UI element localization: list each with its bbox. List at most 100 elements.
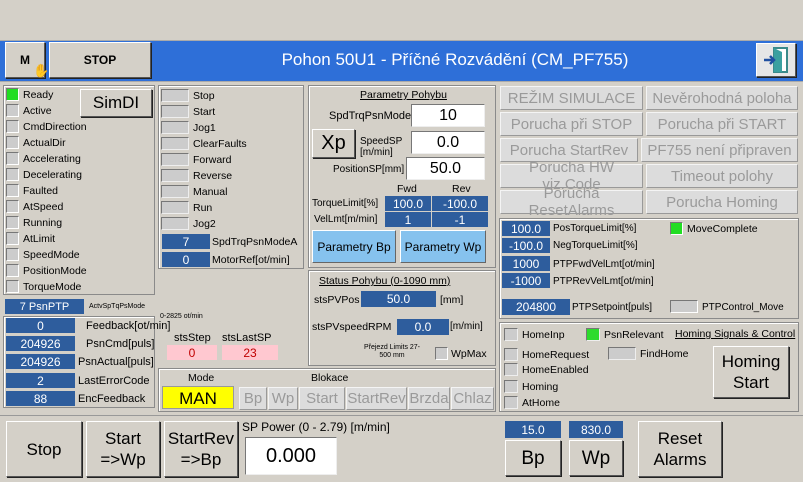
signal-decelerating-indicator [6,168,19,181]
exit-button[interactable] [756,43,796,77]
fwd-header: Fwd [397,183,417,195]
vel-rev-value: -1 [432,212,488,227]
psncmd-label: PsnCmd[puls] [86,338,155,350]
ptp-rev-vel-label: PTPRevVelLmt[ot/min] [553,276,654,287]
psncmd-value: 204926 [6,336,75,351]
signal-ready-label: Ready [23,89,54,101]
sts-pv-rpm-value: 0.0 [397,319,449,335]
homing-label: Homing [522,380,559,393]
cmd-run: Run [161,200,212,215]
reset-alarms-label: Reset Alarms [653,429,707,469]
speed-sp-input[interactable]: 0.0 [411,131,485,154]
signal-accelerating-indicator [6,152,19,165]
cmd-run-label: Run [193,201,213,214]
pos-torque-label: PosTorqueLimit[%] [553,223,637,234]
cmd-jog2: Jog2 [161,216,216,231]
homerequest-label: HomeRequest [522,348,590,361]
signal-atlimit-label: AtLimit [23,233,56,245]
hand-cursor-icon: ✋ [33,63,50,78]
sim-fault-stop-button[interactable]: Porucha při STOP [500,112,643,136]
torque-limit-label: TorqueLimit[%] [312,198,379,209]
motor-ref-value: 0 [162,252,210,267]
sp-power-input[interactable]: 0.000 [245,437,337,475]
bp-button[interactable]: Bp [505,440,561,476]
sim-timeout-button[interactable]: Timeout polohy [646,164,798,188]
manual-mode-button[interactable]: M ✋ [5,42,49,78]
manual-mode-label: M [20,53,30,67]
find-home-control[interactable]: FindHome [608,346,688,361]
sts-pv-pos-value: 50.0 [361,291,436,307]
last-error-label: LastErrorCode [78,375,150,387]
ptp-fwd-vel-label: PTPFwdVelLmt[ot/min] [553,259,655,270]
cmd-jog1-label: Jog1 [193,121,216,134]
blokace-startrev: StartRev [346,387,407,410]
sim-invalid-position-button[interactable]: Nevěrohodná poloha [646,86,798,110]
signal-torquemode-indicator [6,280,19,293]
cmd-start-label: Start [193,105,216,118]
signal-faulted-label: Faulted [23,185,59,197]
motor-ref-label: MotorRef[ot/min] [212,254,290,266]
ptp-control-move-indicator[interactable] [670,300,698,313]
enc-feedback-label: EncFeedback [78,393,146,405]
signal-active-label: Active [23,105,52,117]
startrev-bp-button[interactable]: StartRev =>Bp [164,421,238,477]
signal-ready-indicator [6,88,19,101]
sim-mode-button[interactable]: REŽIM SIMULACE [500,86,643,110]
simdi-label: SimDI [92,93,140,112]
signal-positionmode-label: PositionMode [23,265,87,277]
cmd-stop: Stop [161,88,215,103]
psnrelevant-label: PsnRelevant [604,328,664,341]
signal-cmddirection-indicator [6,120,19,133]
homing-signal-homeenabled: HomeEnabled [504,362,589,377]
neg-torque-value: -100.0 [502,238,550,253]
athome-label: AtHome [522,396,560,409]
homing-start-button[interactable]: Homing Start [713,346,789,398]
spd-mode-a-label: SpdTrqPsnModeA [212,236,298,248]
signal-torquemode-label: TorqueMode [23,281,82,293]
sim-fault-start-button[interactable]: Porucha při START [646,112,798,136]
xp-button[interactable]: Xp [312,129,355,158]
pos-torque-value: 100.0 [502,221,550,236]
start-wp-label: Start =>Wp [100,429,146,469]
spd-trq-mode-label: SpdTrqPsnMode [329,110,412,122]
startrev-bp-label: StartRev =>Bp [167,429,235,469]
params-bp-button[interactable]: Parametry Bp [312,230,396,263]
signal-atspeed-label: AtSpeed [23,201,64,213]
sts-step-value: 0 [167,345,217,360]
ptp-setpoint-value: 204800 [502,299,570,315]
stop-header-button[interactable]: STOP [49,42,151,78]
spd-trq-mode-input[interactable]: 10 [411,104,485,127]
prejezd-limits-note: Přejezd Limits 27-500 mm [363,344,421,359]
start-wp-button[interactable]: Start =>Wp [86,421,160,477]
signal-speedmode-label: SpeedMode [23,249,80,261]
sim-fault-homing-button[interactable]: Porucha Homing [646,190,798,214]
ptp-control-move-label: PTPControl_Move [702,302,784,313]
exit-door-icon [764,47,788,73]
move-complete-indicator [670,222,683,235]
position-sp-input[interactable]: 50.0 [406,157,485,180]
vel-limit-label: VelLmt[m/min] [314,214,378,225]
sim-pf755-not-ready-button[interactable]: PF755 není připraven [641,138,798,162]
vel-fwd-value: 1 [385,212,431,227]
cmd-clearfaults-label: ClearFaults [193,137,247,150]
homing-title: Homing Signals & Control [675,328,796,340]
sts-pv-pos-label: stsPVPos [314,294,360,306]
wp-button[interactable]: Wp [569,440,623,476]
sts-step-label: stsStep [174,332,211,344]
reset-alarms-button[interactable]: Reset Alarms [638,421,722,477]
sts-pv-pos-unit: [mm] [440,294,464,306]
wpmax-indicator [435,347,448,360]
stop-header-label: STOP [83,53,117,67]
sim-fault-reset-button[interactable]: Porucha ResetAlarms [500,185,643,219]
wpmax-label: WpMax [451,348,487,360]
signal-atlimit-indicator [6,232,19,245]
torque-fwd-value: 100.0 [385,196,431,211]
stop-button[interactable]: Stop [6,421,82,477]
cmd-reverse-label: Reverse [193,169,233,182]
window-title: Pohon 50U1 - Příčné Rozvádění (CM_PF755) [281,50,629,69]
params-wp-button[interactable]: Parametry Wp [400,230,486,263]
signal-active-indicator [6,104,19,117]
cmd-stop-label: Stop [193,89,215,102]
cmd-manual-label: Manual [193,185,228,198]
simdi-button[interactable]: SimDI [80,89,152,117]
